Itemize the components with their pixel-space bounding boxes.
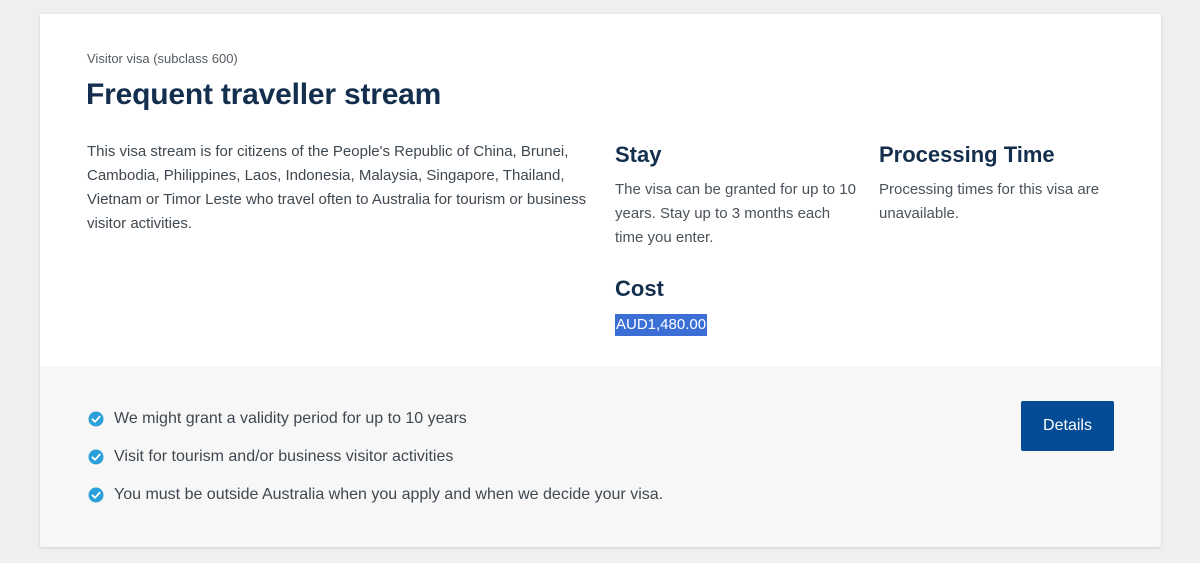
cost-value: AUD1,480.00 xyxy=(615,314,708,336)
list-item: Visit for tourism and/or business visito… xyxy=(88,438,663,476)
visa-card: Visitor visa (subclass 600) Frequent tra… xyxy=(40,14,1161,547)
cost-heading: Cost xyxy=(615,276,664,301)
visa-features-panel: We might grant a validity period for up … xyxy=(40,366,1161,547)
list-item: You must be outside Australia when you a… xyxy=(88,476,663,514)
feature-text: We might grant a validity period for up … xyxy=(114,410,467,427)
list-item: We might grant a validity period for up … xyxy=(88,400,663,438)
feature-text: Visit for tourism and/or business visito… xyxy=(114,448,454,465)
feature-list: We might grant a validity period for up … xyxy=(88,400,663,514)
check-circle-icon xyxy=(88,411,104,427)
stream-description: This visa stream is for citizens of the … xyxy=(87,143,587,232)
stay-text: The visa can be granted for up to 10 yea… xyxy=(615,181,856,246)
details-button[interactable]: Details xyxy=(1021,401,1114,451)
visa-summary: Visitor visa (subclass 600) Frequent tra… xyxy=(40,14,1161,366)
page-title: Frequent traveller stream xyxy=(86,78,442,111)
processing-time-heading: Processing Time xyxy=(879,142,1055,167)
check-circle-icon xyxy=(88,487,104,503)
processing-time-text: Processing times for this visa are unava… xyxy=(879,181,1100,222)
stay-heading: Stay xyxy=(615,142,662,167)
feature-text: You must be outside Australia when you a… xyxy=(114,486,664,503)
check-circle-icon xyxy=(88,449,104,465)
visa-subclass-label: Visitor visa (subclass 600) xyxy=(87,51,238,66)
